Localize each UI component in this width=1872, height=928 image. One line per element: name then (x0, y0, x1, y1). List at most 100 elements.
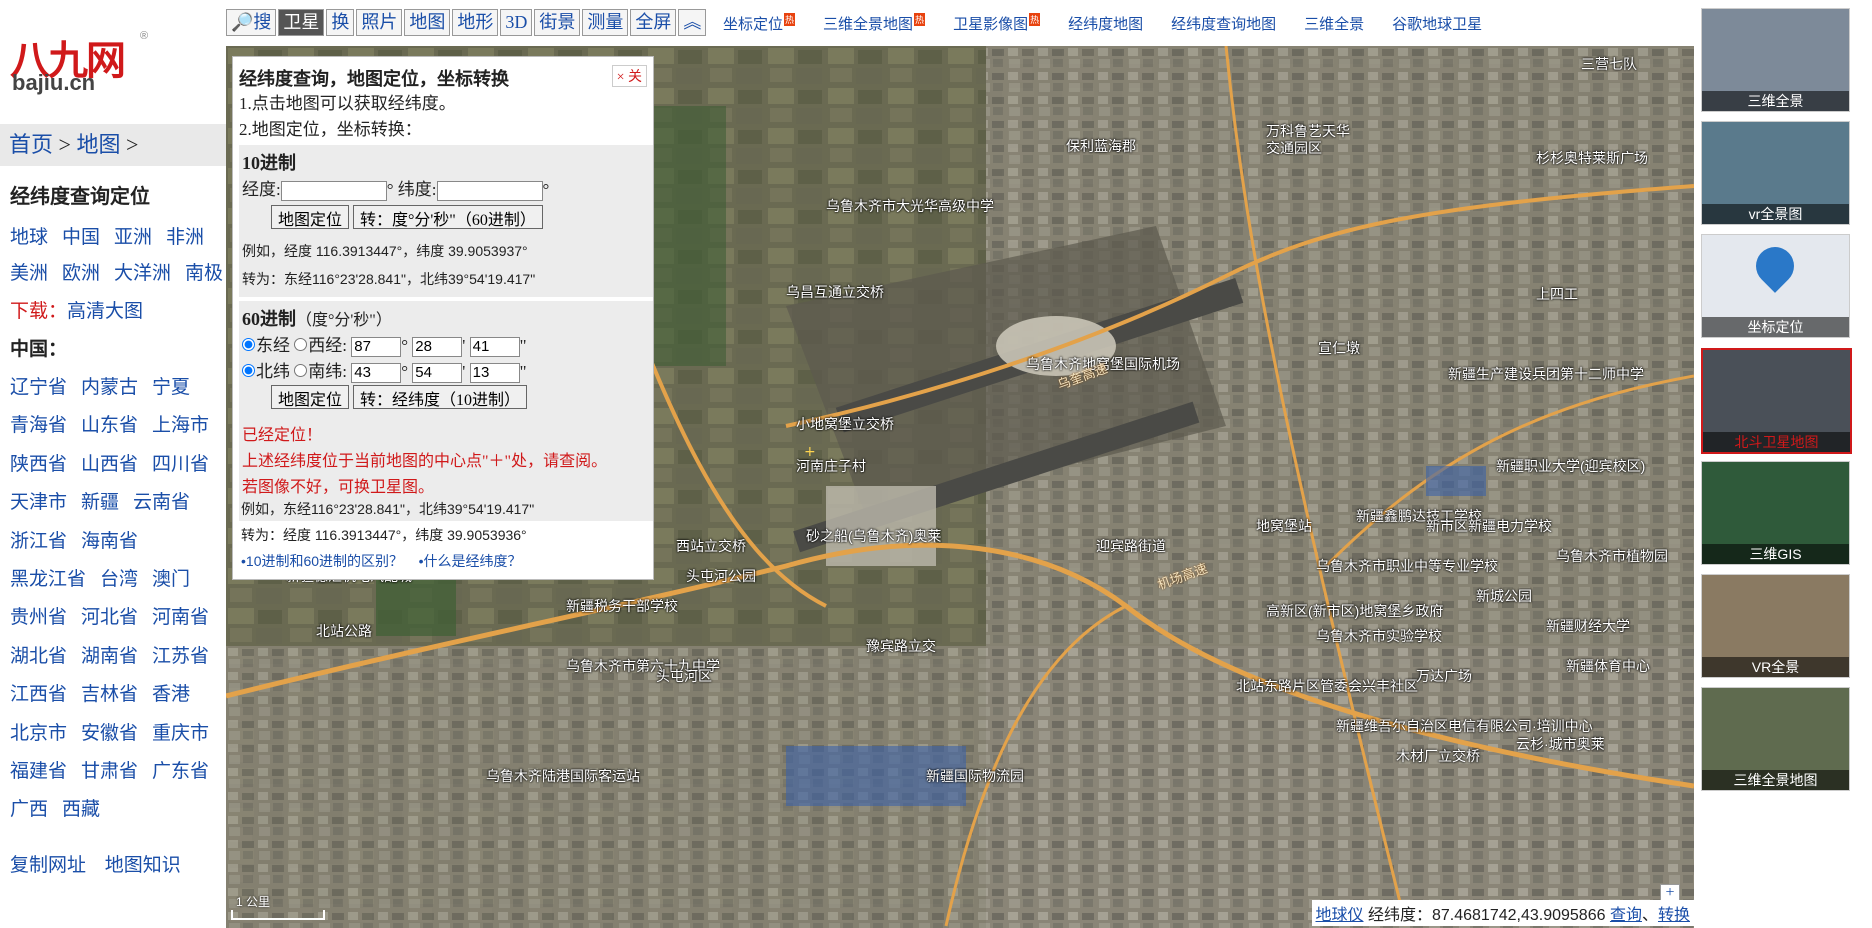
province-link[interactable]: 河北省 (81, 607, 138, 628)
map-label[interactable]: 宣仁墩 (1318, 338, 1360, 358)
convert-to-decimal-button[interactable]: 转：经纬度（10进制） (353, 385, 528, 409)
region-link[interactable]: 地球 (10, 227, 48, 248)
province-link[interactable]: 青海省 (10, 415, 67, 436)
map-label[interactable]: 砂之船(乌鲁木齐)奥莱 (806, 526, 941, 546)
photo-button[interactable]: 照片 (356, 9, 403, 36)
map-label[interactable]: 新疆税务干部学校 (566, 596, 678, 616)
map-label[interactable]: 乌鲁木齐陆港国际客运站 (486, 766, 640, 786)
map-label[interactable]: 乌昌互通立交桥 (786, 282, 884, 302)
province-link[interactable]: 云南省 (133, 492, 190, 513)
map-button[interactable]: 地图 (404, 9, 451, 36)
copy-url-link[interactable]: 复制网址 (10, 855, 86, 876)
map-label[interactable]: 北站东路片区管委会兴丰社区 (1236, 676, 1418, 696)
map-label[interactable]: 三营七队 (1581, 54, 1637, 74)
province-link[interactable]: 陕西省 (10, 454, 67, 475)
map-label[interactable]: 乌鲁木齐市大光华高级中学 (826, 196, 994, 216)
what-is-latlng-link[interactable]: •什么是经纬度？ (419, 553, 522, 569)
hd-download-link[interactable]: 高清大图 (67, 301, 143, 322)
top-link[interactable]: 三维全景地图热 (823, 13, 926, 33)
province-link[interactable]: 广西 (10, 799, 48, 820)
province-link[interactable]: 海南省 (81, 531, 138, 552)
query-link[interactable]: 查询 (1610, 907, 1642, 924)
province-link[interactable]: 宁夏 (152, 377, 190, 398)
top-link[interactable]: 坐标定位热 (723, 13, 796, 33)
map-label[interactable]: 河南庄子村 (796, 456, 866, 476)
province-link[interactable]: 四川省 (152, 454, 209, 475)
province-link[interactable]: 香港 (152, 684, 190, 705)
province-link[interactable]: 新疆 (81, 492, 119, 513)
globe-link[interactable]: 地球仪 (1316, 907, 1364, 924)
breadcrumb-map[interactable]: 地图 (76, 132, 120, 157)
top-link[interactable]: 三维全景 (1304, 16, 1364, 33)
lat-min-input[interactable] (412, 362, 463, 383)
site-logo[interactable]: 八九网 ® bajiu.cn (10, 28, 150, 98)
south-radio[interactable] (294, 364, 308, 377)
top-link[interactable]: 卫星影像图热 (953, 13, 1041, 33)
lat-input[interactable] (436, 180, 543, 201)
thumbnail-link[interactable]: 三维GIS (1701, 460, 1850, 565)
lat-sec-input[interactable] (469, 362, 520, 383)
map-label[interactable]: 迎宾路街道 (1096, 536, 1166, 556)
province-link[interactable]: 福建省 (10, 761, 67, 782)
province-link[interactable]: 浙江省 (10, 531, 67, 552)
province-link[interactable]: 重庆市 (152, 723, 209, 744)
region-link[interactable]: 南极 (185, 263, 223, 284)
decimal-vs-dms-link[interactable]: •10进制和60进制的区别？ (241, 553, 403, 569)
province-link[interactable]: 安徽省 (81, 723, 138, 744)
province-link[interactable]: 台湾 (100, 569, 138, 590)
province-link[interactable]: 辽宁省 (10, 377, 67, 398)
map-label[interactable]: 万达广场 (1416, 666, 1472, 686)
close-button[interactable]: × 关 (611, 65, 647, 87)
province-link[interactable]: 河南省 (152, 607, 209, 628)
switch-button[interactable]: 换 (326, 9, 355, 36)
map-label[interactable]: 乌鲁木齐市职业中等专业学校 (1316, 556, 1498, 576)
top-link[interactable]: 经纬度查询地图 (1171, 16, 1276, 33)
map-knowledge-link[interactable]: 地图知识 (105, 855, 181, 876)
province-link[interactable]: 吉林省 (81, 684, 138, 705)
satellite-button[interactable]: 卫星 (278, 9, 325, 36)
region-link[interactable]: 欧洲 (62, 263, 100, 284)
province-link[interactable]: 西藏 (62, 799, 100, 820)
map-label[interactable]: 豫宾路立交 (866, 636, 936, 656)
collapse-button[interactable]: ︽ (678, 9, 707, 36)
west-radio[interactable] (294, 338, 308, 351)
thumbnail-link[interactable]: 三维全景地图 (1701, 687, 1850, 792)
province-link[interactable]: 江西省 (10, 684, 67, 705)
search-button[interactable]: 🔎搜 (226, 9, 277, 36)
region-link[interactable]: 中国 (62, 227, 100, 248)
province-link[interactable]: 黑龙江省 (10, 569, 86, 590)
map-label[interactable]: 新疆国际物流园 (926, 766, 1024, 786)
east-radio[interactable] (242, 338, 255, 351)
locate-button[interactable]: 地图定位 (271, 205, 350, 229)
map-label[interactable]: 保利蓝海郡 (1066, 136, 1136, 156)
map-label[interactable]: 新疆生产建设兵团第十二师中学 (1448, 364, 1644, 384)
breadcrumb-home[interactable]: 首页 (9, 132, 53, 157)
map-label[interactable]: 乌鲁木齐市实验学校 (1316, 626, 1442, 646)
north-radio[interactable] (242, 364, 255, 377)
top-link[interactable]: 谷歌地球卫星 (1392, 16, 1482, 33)
lng-input[interactable] (280, 180, 387, 201)
map-label[interactable]: 新疆维吾尔自治区电信有限公司·培训中心 (1336, 716, 1593, 736)
locate-button-2[interactable]: 地图定位 (271, 385, 350, 409)
province-link[interactable]: 山西省 (81, 454, 138, 475)
province-link[interactable]: 山东省 (81, 415, 138, 436)
fullscreen-button[interactable]: 全屏 (630, 9, 677, 36)
top-link[interactable]: 经纬度地图 (1068, 16, 1143, 33)
3d-button[interactable]: 3D (500, 9, 533, 36)
map-label[interactable]: 小地窝堡立交桥 (796, 414, 894, 434)
province-link[interactable]: 内蒙古 (81, 377, 138, 398)
province-link[interactable]: 江苏省 (152, 646, 209, 667)
thumbnail-link[interactable]: VR全景 (1701, 574, 1850, 678)
map-label[interactable]: 地窝堡站 (1256, 516, 1312, 536)
convert-to-dms-button[interactable]: 转：度°分'秒"（60进制） (353, 205, 543, 229)
region-link[interactable]: 大洋洲 (114, 263, 171, 284)
thumbnail-link[interactable]: vr全景图 (1701, 121, 1850, 226)
terrain-button[interactable]: 地形 (452, 9, 499, 36)
map-label[interactable]: 云杉·城市奥莱 (1516, 734, 1605, 754)
map-label[interactable]: 头屯河公园 (686, 566, 756, 586)
province-link[interactable]: 广东省 (152, 761, 209, 782)
map-label[interactable]: 头屯河区 (656, 666, 712, 686)
thumbnail-link[interactable]: 坐标定位 (1701, 234, 1850, 339)
map-label[interactable]: 乌鲁木齐市植物园 (1556, 546, 1668, 566)
map-label[interactable]: 上四工 (1536, 284, 1578, 304)
